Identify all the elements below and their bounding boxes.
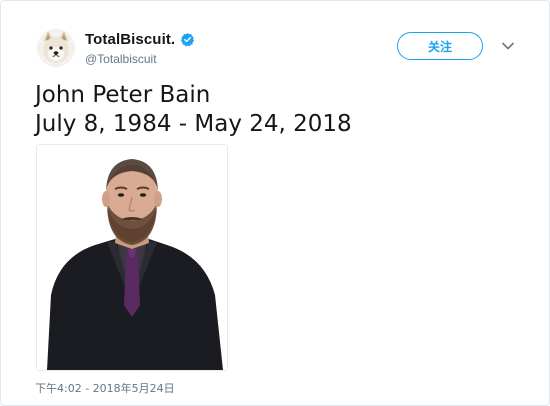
follow-button[interactable]: 关注	[397, 32, 483, 60]
tweet-text-line: John Peter Bain	[35, 82, 211, 108]
tweet-text-line: July 8, 1984 - May 24, 2018	[35, 111, 352, 137]
author-name-line[interactable]: TotalBiscuit.	[85, 31, 195, 48]
tweet-timestamp[interactable]: 下午4:02 - 2018年5月24日	[35, 380, 175, 396]
tweet-photo[interactable]	[36, 144, 228, 371]
tweet-text: John Peter Bain July 8, 1984 - May 24, 2…	[35, 81, 352, 139]
verified-badge-icon	[180, 32, 195, 47]
tweet-card: TotalBiscuit. @Totalbiscuit 关注 John Pete…	[0, 0, 550, 406]
user-handle[interactable]: @Totalbiscuit	[85, 52, 157, 66]
display-name[interactable]: TotalBiscuit.	[85, 31, 175, 48]
portrait-image	[37, 145, 227, 370]
dog-avatar-image	[37, 29, 75, 67]
avatar[interactable]	[37, 29, 75, 67]
chevron-down-icon[interactable]	[501, 39, 515, 53]
